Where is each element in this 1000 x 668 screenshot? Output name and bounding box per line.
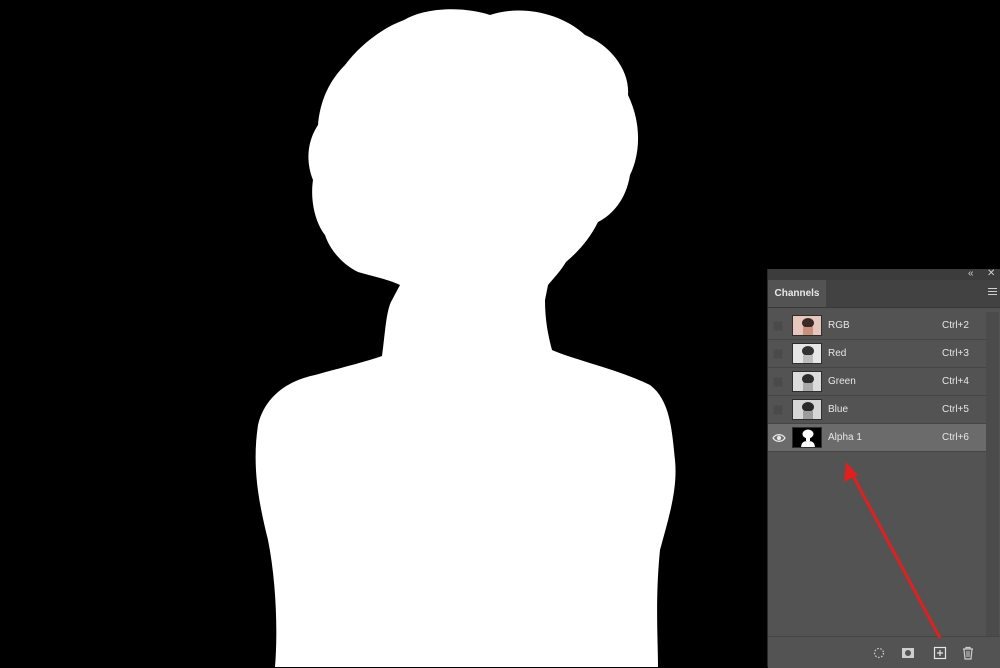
rgb-thumbnail [792, 315, 822, 336]
delete-channel-icon[interactable] [961, 646, 975, 660]
channels-panel: « ✕ Channels RGB Ctrl+2 Red Ctrl+3 Green… [767, 267, 1000, 668]
blue-thumbnail [792, 399, 822, 420]
visibility-toggle[interactable] [773, 377, 783, 387]
new-channel-icon[interactable] [933, 646, 947, 660]
channel-name: Green [828, 376, 856, 387]
channel-row-blue[interactable]: Blue Ctrl+5 [768, 396, 986, 424]
channel-name: Red [828, 348, 847, 359]
red-thumbnail [792, 343, 822, 364]
load-channel-as-selection-icon[interactable] [872, 646, 886, 660]
channel-shortcut: Ctrl+6 [942, 432, 969, 443]
channel-shortcut: Ctrl+5 [942, 404, 969, 415]
channel-row-alpha-1[interactable]: Alpha 1 Ctrl+6 [768, 424, 986, 452]
visibility-toggle[interactable] [773, 405, 783, 415]
channel-shortcut: Ctrl+3 [942, 348, 969, 359]
panel-title-bar: « ✕ [768, 267, 1000, 281]
collapse-icon[interactable]: « [968, 267, 974, 281]
channel-name: Alpha 1 [828, 432, 862, 443]
channel-row-red[interactable]: Red Ctrl+3 [768, 340, 986, 368]
close-icon[interactable]: ✕ [987, 267, 995, 281]
panel-menu-icon[interactable] [988, 288, 997, 297]
visibility-toggle[interactable] [773, 349, 783, 359]
channel-list-scrollbar[interactable] [986, 312, 999, 636]
channel-row-rgb[interactable]: RGB Ctrl+2 [768, 312, 986, 340]
eye-icon[interactable] [772, 432, 786, 444]
green-thumbnail [792, 371, 822, 392]
channel-list: RGB Ctrl+2 Red Ctrl+3 Green Ctrl+4 Blue [768, 312, 986, 452]
channel-row-green[interactable]: Green Ctrl+4 [768, 368, 986, 396]
visibility-toggle[interactable] [773, 321, 783, 331]
tab-channels[interactable]: Channels [768, 280, 826, 307]
channel-name: Blue [828, 404, 849, 415]
channel-shortcut: Ctrl+4 [942, 376, 969, 387]
alpha-1-thumbnail [792, 427, 822, 448]
save-selection-as-channel-icon[interactable] [901, 646, 915, 660]
panel-bottom-toolbar [768, 636, 1000, 668]
channel-name: RGB [828, 320, 850, 331]
channel-shortcut: Ctrl+2 [942, 320, 969, 331]
panel-tab-bar: Channels [768, 280, 1000, 308]
